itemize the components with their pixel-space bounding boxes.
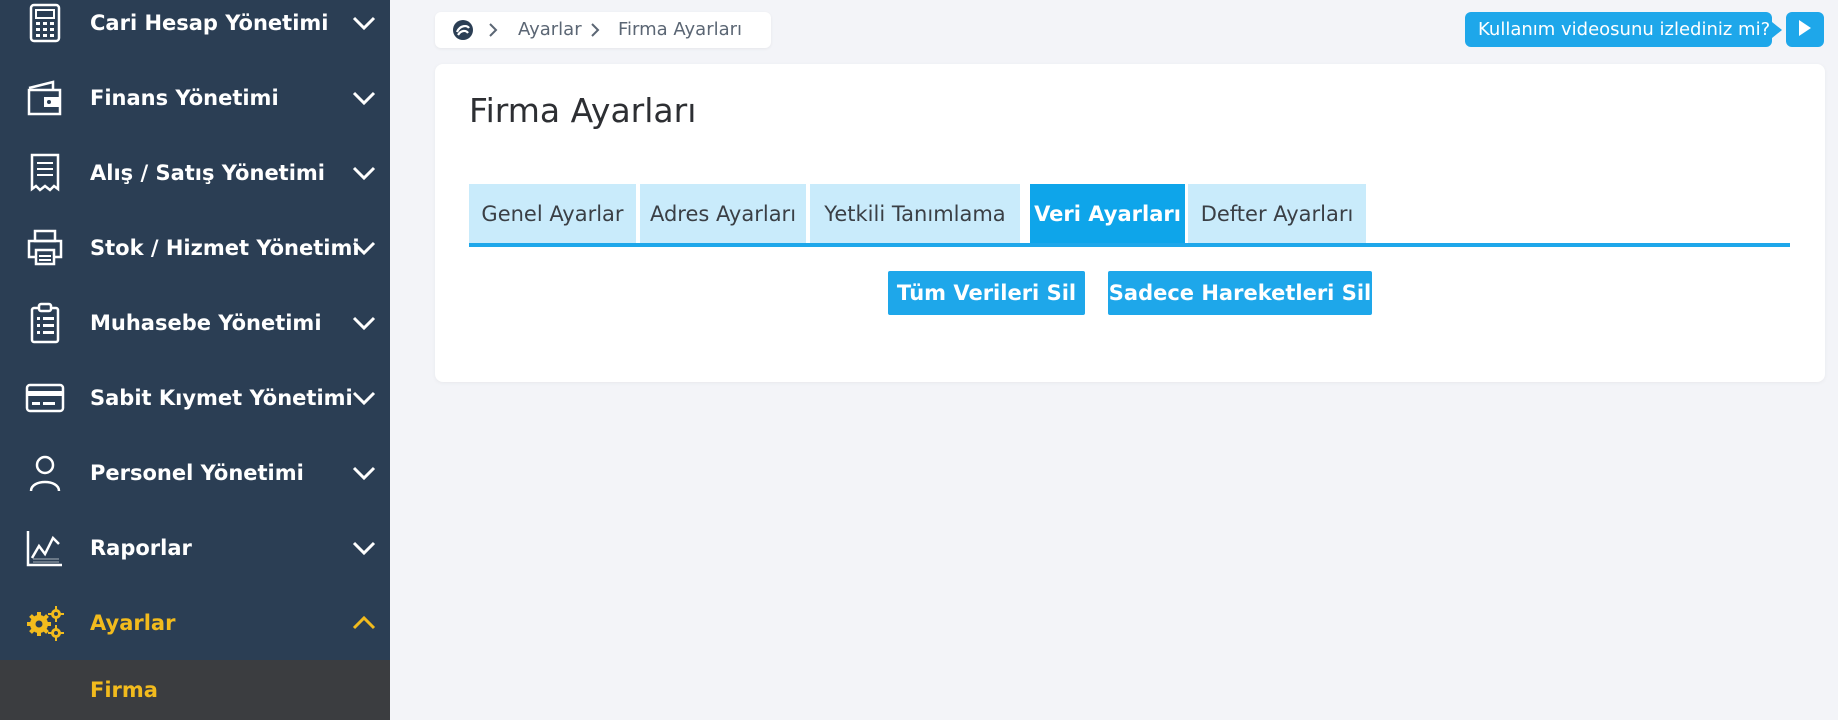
sidebar-item-label: Muhasebe Yönetimi <box>90 310 322 335</box>
sidebar-item-label: Ayarlar <box>90 610 176 635</box>
submenu-item-firma[interactable]: Firma <box>90 678 158 702</box>
sidebar-item-cari-hesap[interactable]: Cari Hesap Yönetimi <box>0 0 390 60</box>
chevron-down-icon <box>350 234 378 262</box>
chevron-down-icon <box>350 459 378 487</box>
tab-defter-ayarlari[interactable]: Defter Ayarları <box>1188 184 1366 244</box>
chevron-right-icon <box>488 22 502 38</box>
sidebar-item-raporlar[interactable]: Raporlar <box>0 510 390 585</box>
chevron-up-icon <box>350 609 378 637</box>
printer-icon <box>24 227 66 269</box>
delete-all-data-button[interactable]: Tüm Verileri Sil <box>888 271 1085 315</box>
sidebar-item-label: Alış / Satış Yönetimi <box>90 160 325 185</box>
tab-yetkili-tanimlama[interactable]: Yetkili Tanımlama <box>810 184 1020 244</box>
credit-card-icon <box>24 377 66 419</box>
user-icon <box>24 452 66 494</box>
wallet-icon <box>24 77 66 119</box>
tab-genel-ayarlar[interactable]: Genel Ayarlar <box>469 184 636 244</box>
sidebar-item-muhasebe[interactable]: Muhasebe Yönetimi <box>0 285 390 360</box>
play-video-button[interactable] <box>1786 12 1824 47</box>
clipboard-icon <box>24 302 66 344</box>
breadcrumb-item-current: Firma Ayarları <box>618 19 743 40</box>
sidebar-item-ayarlar[interactable]: Ayarlar <box>0 585 390 660</box>
chevron-down-icon <box>350 534 378 562</box>
chart-icon <box>24 527 66 569</box>
chevron-down-icon <box>350 384 378 412</box>
sidebar-item-finans[interactable]: Finans Yönetimi <box>0 60 390 135</box>
video-prompt[interactable]: Kullanım videosunu izlediniz mi? <box>1465 12 1782 47</box>
sidebar-item-label: Stok / Hizmet Yönetimi <box>90 235 360 260</box>
settings-card: Firma Ayarları Genel Ayarlar Adres Ayarl… <box>435 64 1825 382</box>
sidebar-item-label: Sabit Kıymet Yönetimi <box>90 385 353 410</box>
gears-icon <box>24 602 66 644</box>
sidebar-item-label: Personel Yönetimi <box>90 460 304 485</box>
delete-movements-button[interactable]: Sadece Hareketleri Sil <box>1108 271 1372 315</box>
sidebar-submenu: Firma <box>0 660 390 720</box>
sidebar-item-label: Cari Hesap Yönetimi <box>90 10 329 35</box>
sidebar-item-stok-hizmet[interactable]: Stok / Hizmet Yönetimi <box>0 210 390 285</box>
sidebar-item-label: Finans Yönetimi <box>90 85 279 110</box>
chevron-down-icon <box>350 84 378 112</box>
chevron-down-icon <box>350 159 378 187</box>
sidebar-item-alis-satis[interactable]: Alış / Satış Yönetimi <box>0 135 390 210</box>
sidebar-item-sabit-kiymet[interactable]: Sabit Kıymet Yönetimi <box>0 360 390 435</box>
page-title: Firma Ayarları <box>469 91 697 130</box>
breadcrumb-item-ayarlar[interactable]: Ayarlar <box>518 19 582 40</box>
breadcrumb: Ayarlar Firma Ayarları <box>435 12 771 48</box>
home-logo-icon[interactable] <box>452 19 474 41</box>
tab-adres-ayarlari[interactable]: Adres Ayarları <box>640 184 806 244</box>
video-prompt-label: Kullanım videosunu izlediniz mi? <box>1478 19 1771 40</box>
sidebar-item-label: Raporlar <box>90 535 192 560</box>
tabs-underline <box>469 243 1790 247</box>
sidebar-item-personel[interactable]: Personel Yönetimi <box>0 435 390 510</box>
tab-veri-ayarlari[interactable]: Veri Ayarları <box>1030 184 1185 244</box>
chevron-down-icon <box>350 309 378 337</box>
play-icon <box>1798 19 1812 41</box>
receipt-icon <box>24 152 66 194</box>
chevron-down-icon <box>350 9 378 37</box>
sidebar: Cari Hesap Yönetimi Finans Yönetimi Alış… <box>0 0 390 720</box>
calculator-icon <box>24 2 66 44</box>
chevron-right-icon <box>590 22 604 38</box>
